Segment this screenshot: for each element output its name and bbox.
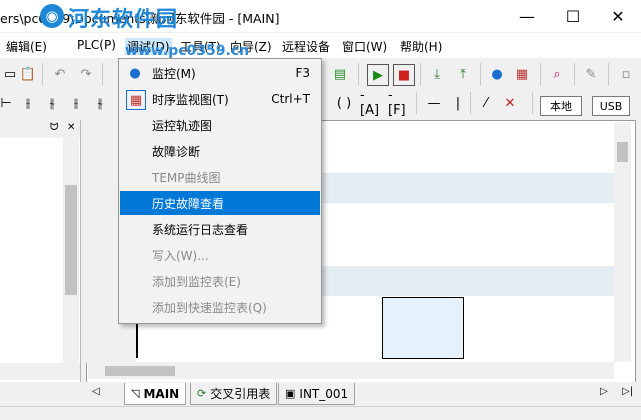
- menu-item-fault-history[interactable]: 历史故障查看: [120, 191, 320, 215]
- toolbar-separator: [102, 63, 103, 85]
- delete-icon[interactable]: ✕: [500, 93, 520, 113]
- menu-bar: 编辑(E) PLC(P) 调试(D) 工具(T) 向导(Z) 远程设备 窗口(W…: [0, 33, 641, 58]
- undo-icon[interactable]: ↶: [50, 64, 70, 84]
- menu-help[interactable]: 帮助(H): [400, 38, 442, 55]
- monitor-icon[interactable]: ●: [487, 64, 507, 84]
- menu-item-add-quick-monitor-table[interactable]: 添加到快速监控表(Q): [120, 295, 320, 319]
- contact-rising-icon[interactable]: ⫲: [66, 93, 86, 113]
- tab-int-001[interactable]: ▣ INT_001: [278, 383, 356, 405]
- usb-button[interactable]: USB: [592, 96, 630, 116]
- timing-chart-icon: ▦: [126, 90, 146, 110]
- interrupt-icon: ▣: [285, 387, 296, 400]
- minimize-button[interactable]: —: [504, 0, 550, 32]
- menu-item-add-monitor-table[interactable]: 添加到监控表(E): [120, 269, 320, 293]
- tab-label: INT_001: [299, 386, 349, 401]
- stop-icon[interactable]: ■: [393, 64, 415, 86]
- contact-no-icon[interactable]: ⊢: [0, 93, 16, 113]
- timing-chart-icon[interactable]: ▦: [512, 64, 532, 84]
- contact-falling-icon[interactable]: ⫳: [90, 93, 110, 113]
- menu-window[interactable]: 窗口(W): [342, 38, 387, 55]
- toolbar-separator: [420, 63, 421, 85]
- menu-item-write[interactable]: 写入(W)...: [120, 243, 320, 267]
- toolbar-separator: [42, 63, 43, 85]
- editor-horizontal-thumb[interactable]: [105, 366, 175, 376]
- settings-icon[interactable]: ▫: [616, 64, 636, 84]
- vertical-line-icon[interactable]: |: [448, 93, 468, 113]
- watermark-logo-icon: ◉: [40, 4, 64, 28]
- contact-parallel-icon[interactable]: ⫲: [18, 93, 38, 113]
- close-panel-icon[interactable]: ✕: [67, 122, 75, 133]
- function-block-a-icon[interactable]: -[A]: [360, 88, 380, 118]
- tab-label: 交叉引用表: [210, 387, 271, 401]
- toolbar-separator: [416, 92, 417, 114]
- run-icon[interactable]: ▶: [367, 64, 389, 86]
- selected-cell[interactable]: [382, 297, 464, 359]
- search-icon[interactable]: ⌕: [547, 64, 567, 84]
- download-icon[interactable]: ⤓: [427, 64, 447, 84]
- toolbar-separator: [574, 63, 575, 85]
- function-block-f-icon[interactable]: -[F]: [388, 88, 408, 118]
- status-bar: [0, 406, 641, 420]
- panel-horizontal-scrollbar[interactable]: [0, 363, 80, 380]
- toolbar-new-icon[interactable]: ▭: [0, 64, 20, 84]
- toolbar-separator: [480, 63, 481, 85]
- contact-nc-icon[interactable]: ⫳: [42, 93, 62, 113]
- panel-scrollbar-thumb[interactable]: [65, 185, 77, 295]
- monitor-icon: ●: [129, 65, 141, 81]
- maximize-button[interactable]: ☐: [550, 0, 596, 32]
- coil-icon[interactable]: ( ): [334, 93, 354, 113]
- tab-scroll-right-icon[interactable]: ▷: [600, 386, 608, 397]
- menu-remote-device[interactable]: 远程设备: [282, 38, 330, 55]
- cross-reference-icon: ⟳: [197, 387, 207, 400]
- tab-main[interactable]: ◹ MAIN: [124, 383, 187, 405]
- tab-scroll-left-icon[interactable]: ◁: [92, 386, 100, 397]
- paste-icon[interactable]: 📋: [18, 64, 38, 84]
- menu-plc[interactable]: PLC(P): [77, 38, 116, 52]
- menu-item-monitor[interactable]: ● 监控(M) F3: [120, 61, 320, 85]
- tab-label: MAIN: [143, 386, 180, 401]
- toolbar-separator: [470, 92, 471, 114]
- local-button[interactable]: 本地: [540, 96, 582, 116]
- horizontal-line-icon[interactable]: —: [424, 93, 444, 113]
- watermark-name: 河东软件园: [68, 7, 178, 31]
- edit-icon[interactable]: ✎: [581, 64, 601, 84]
- project-panel-header: ᗢ ✕: [0, 120, 80, 138]
- redo-icon[interactable]: ↷: [76, 64, 96, 84]
- close-button[interactable]: ✕: [595, 0, 641, 32]
- menu-item-temp-curve[interactable]: TEMP曲线图: [120, 165, 320, 189]
- menu-item-system-log[interactable]: 系统运行日志查看: [120, 217, 320, 241]
- upload-icon[interactable]: ⤒: [453, 64, 473, 84]
- toolbar-separator: [540, 63, 541, 85]
- monitor-table-icon[interactable]: ▤: [330, 64, 350, 84]
- tab-cross-reference[interactable]: ⟳ 交叉引用表: [190, 383, 278, 405]
- menu-item-motion-trajectory[interactable]: 运控轨迹图: [120, 113, 320, 137]
- watermark-url: www.pc0359.cn: [125, 43, 250, 59]
- debug-menu-dropdown: ● 监控(M) F3 ▦ 时序监视图(T) Ctrl+T 运控轨迹图 故障诊断 …: [118, 58, 322, 324]
- menu-item-fault-diagnosis[interactable]: 故障诊断: [120, 139, 320, 163]
- delete-line-icon[interactable]: ⁄: [476, 93, 496, 113]
- editor-vertical-thumb[interactable]: [617, 142, 628, 162]
- menu-edit[interactable]: 编辑(E): [6, 38, 47, 55]
- toolbar-separator: [358, 63, 359, 85]
- toolbar-separator: [608, 63, 609, 85]
- pin-icon[interactable]: ᗢ: [50, 122, 58, 133]
- ladder-icon: ◹: [131, 387, 140, 400]
- menu-item-timing-chart[interactable]: ▦ 时序监视图(T) Ctrl+T: [120, 87, 320, 111]
- tab-list-icon[interactable]: ▷|: [622, 386, 633, 397]
- toolbar-separator: [532, 92, 533, 114]
